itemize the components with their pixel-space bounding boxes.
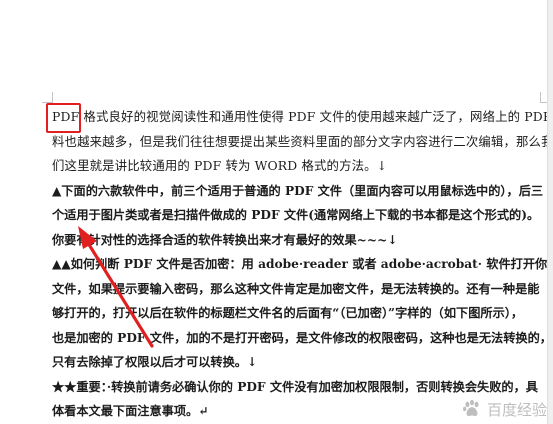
margin-corner-mark xyxy=(42,92,53,103)
text-line: ▲▲如何判断 PDF 文件是否加密：用 adobe·reader 或者 adob… xyxy=(52,257,550,271)
text-line: 只有去除掉了权限以后才可以转换。↓ xyxy=(52,355,258,369)
scrollbar-edge[interactable] xyxy=(547,0,553,424)
document-body[interactable]: PDF 格式良好的视觉阅读性和通用性使得 PDF 文件的使用越来越广泛了，网络上… xyxy=(52,105,550,424)
text-line: 你要有针对性的选择合适的软件转换出来才有最好的效果~~~↓ xyxy=(52,232,398,247)
text-line: 个适用于图片类或者是扫描件做成的 PDF 文件(通常网络上下载的书本都是这个形式… xyxy=(52,208,540,222)
document-page: PDF 格式良好的视觉阅读性和通用性使得 PDF 文件的使用越来越广泛了，网络上… xyxy=(0,0,553,424)
text-line: 够打开的，打开以后在软件的标题栏文件名的后面有“（已加密）”字样的（如下图所示）… xyxy=(52,306,524,320)
text-line: 文件，如果提示要输入密码，那么这种文件肯定是加密文件，是无法转换的。还有一种是能 xyxy=(52,281,540,296)
text-line: ▲下面的六款软件中，前三个适用于普通的 PDF 文件（里面内容可以用鼠标选中的）… xyxy=(52,183,544,198)
highlight-box-annotation xyxy=(46,103,81,133)
text-line: 也是加密的 PDF 文件，加的不是打开密码，是文件修改的权限密码，这种也是无法转… xyxy=(52,330,550,345)
watermark-text: 百度经验 xyxy=(486,400,547,419)
text-line: 料也越来越多，但是我们往往想要提出某些资料里面的部分文字内容进行二次编辑，那么我 xyxy=(52,133,550,149)
text-line: PDF 格式良好的视觉阅读性和通用性使得 PDF 文件的使用越来越广泛了，网络上… xyxy=(52,109,550,124)
watermark: 百度经验 xyxy=(461,396,547,422)
text-line: 们这里就是讲比较通用的 PDF 转为 WORD 格式的方法。↓ xyxy=(52,158,388,173)
baidu-paw-icon xyxy=(463,399,479,416)
